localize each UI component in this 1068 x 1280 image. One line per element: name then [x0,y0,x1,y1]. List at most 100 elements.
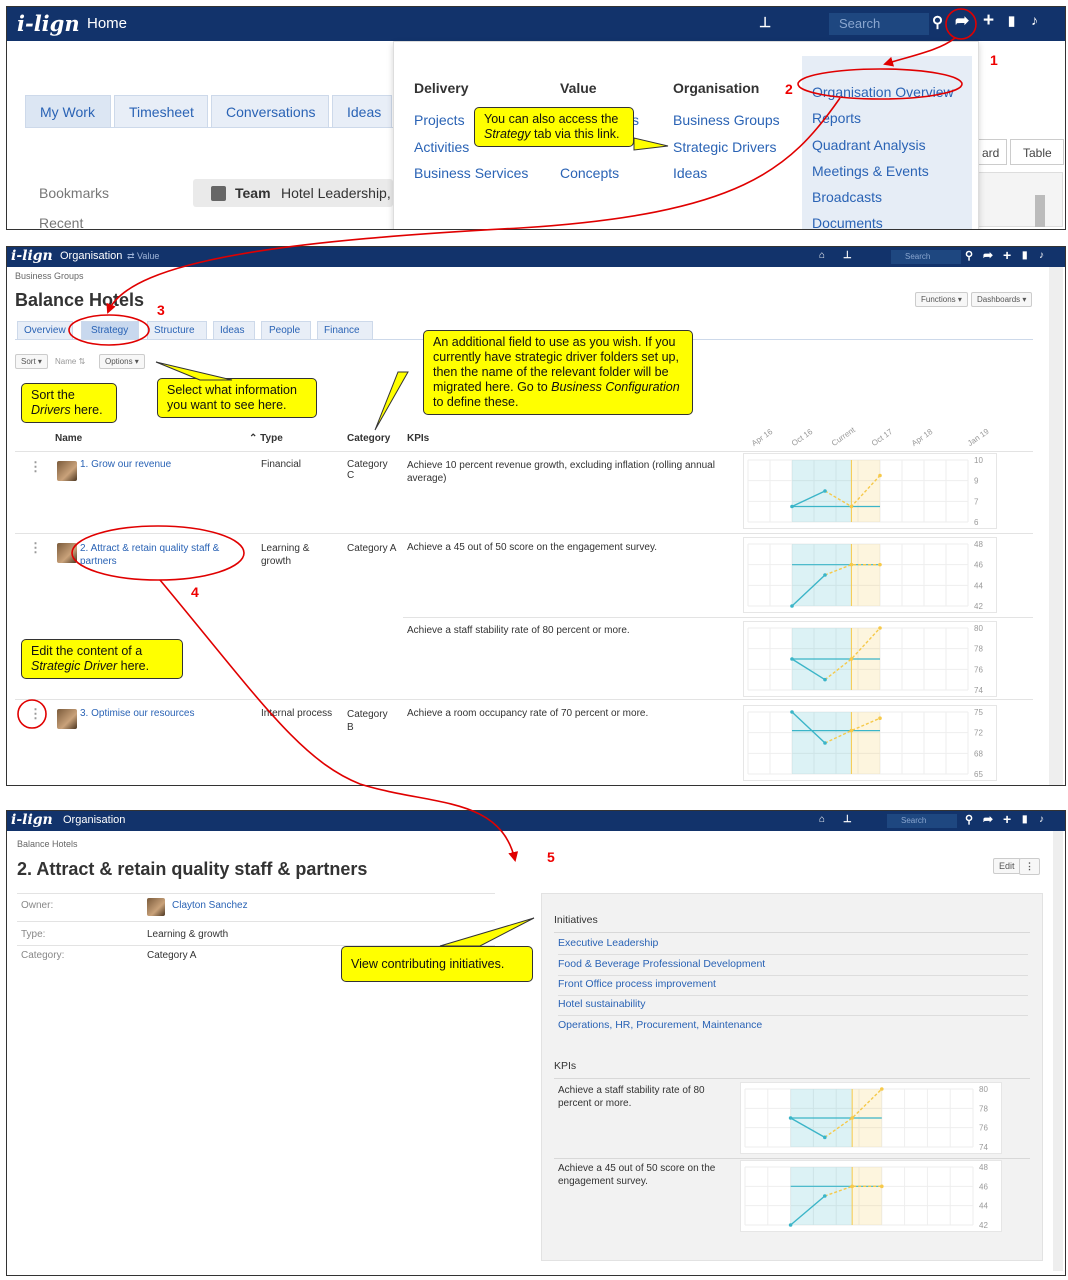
search-input[interactable]: Search [829,13,929,35]
tab-ideas[interactable]: Ideas [332,95,392,127]
search-icon[interactable]: ⚲ [965,813,973,826]
breadcrumb[interactable]: Balance Hotels [17,839,78,849]
initiative-link[interactable]: Executive Leadership [558,934,1028,955]
initiative-link[interactable]: Operations, HR, Procurement, Maintenance [558,1016,1028,1037]
initiative-link[interactable]: Food & Beverage Professional Development [558,955,1028,976]
initiative-link[interactable]: Front Office process improvement [558,975,1028,996]
driver-link[interactable]: 2. Attract & retain quality staff & part… [80,542,240,568]
kpi-sparkline-chart[interactable]: 75 72 68 65 [743,705,997,781]
menu-item-concepts[interactable]: Concepts [560,165,619,181]
notification-bell-icon[interactable]: ♪ [1039,814,1044,825]
edit-button[interactable]: Edit [993,858,1021,874]
data-point [823,677,827,682]
tab-timesheet[interactable]: Timesheet [114,95,208,127]
scrollbar-thumb[interactable] [1035,195,1045,227]
initiative-link[interactable]: Hotel sustainability [558,995,1028,1016]
sparkline-svg: 80 78 76 74 [747,624,983,695]
driver-menu-kebab[interactable]: ⋮ [29,459,42,475]
menu-item-business-groups[interactable]: Business Groups [673,112,780,128]
tab-structure[interactable]: Structure [147,321,207,339]
home-link[interactable]: Home [87,15,127,32]
col-header-type[interactable]: ⌃ Type [249,433,283,444]
add-icon[interactable]: + [1003,811,1011,827]
share-arrow-icon[interactable]: ➦ [983,812,993,826]
col-header-category[interactable]: Category [347,433,390,444]
menu-item-strategic-drivers[interactable]: Strategic Drivers [673,139,776,155]
options-dropdown[interactable]: Options ▾ [99,354,145,369]
sitemap-icon[interactable]: ⊥ [843,814,852,825]
notification-bell-icon[interactable]: ♪ [1039,250,1044,261]
team-bookmark[interactable]: Team Hotel Leadership, V [193,179,404,207]
scrollbar[interactable] [1053,831,1063,1271]
more-options-icon[interactable]: ⋮ [1019,858,1040,875]
owner-link[interactable]: Clayton Sanchez [172,900,248,911]
callout-edit-driver: Edit the content of a Strategic Driver h… [21,639,183,679]
tab-people[interactable]: People [261,321,311,339]
home-icon[interactable]: ⌂ [819,250,825,261]
menu-item-projects[interactable]: Projects [414,112,465,128]
row-divider [15,699,1033,700]
sitemap-icon[interactable]: ⊥ [759,14,771,31]
driver-menu-kebab[interactable]: ⋮ [29,540,42,556]
actual-period-band [792,460,852,522]
sort-dropdown[interactable]: Sort ▾ [15,354,48,369]
menu-item-ideas[interactable]: Ideas [673,165,707,181]
app-logo[interactable]: i-lign [11,248,53,264]
col-header-name[interactable]: Name [55,433,82,444]
kpi-sparkline-chart[interactable]: 80 78 76 74 [740,1082,1002,1154]
scrollbar[interactable] [1049,267,1063,785]
tab-my-work[interactable]: My Work [25,95,111,127]
bookmark-icon[interactable]: ▮ [1022,250,1028,261]
name-sort-toggle[interactable]: Name ⇅ [55,357,85,366]
tab-conversations[interactable]: Conversations [211,95,329,127]
sparkline-svg: 80 78 76 74 [744,1085,988,1152]
y-tick-label: 78 [979,1104,988,1113]
col-header-kpis[interactable]: KPIs [407,433,429,444]
app-logo[interactable]: i-lign [11,812,53,828]
menu-item-business-services[interactable]: Business Services [414,165,528,181]
tab-divider [25,127,395,128]
tab-ideas[interactable]: Ideas [213,321,255,339]
menu-item-documents[interactable]: Documents [812,215,883,229]
dashboards-dropdown[interactable]: Dashboards ▾ [971,292,1033,307]
add-icon[interactable]: + [983,10,994,32]
home-icon[interactable]: ⌂ [819,814,825,825]
table-view-button[interactable]: Table [1010,139,1064,165]
kpi-sparkline-chart[interactable]: 48 46 44 42 [740,1160,1002,1232]
menu-item-broadcasts[interactable]: Broadcasts [812,189,882,205]
search-input[interactable]: Search [887,814,957,828]
search-icon[interactable]: ⚲ [932,13,943,31]
notification-bell-icon[interactable]: ♪ [1031,12,1038,28]
driver-menu-kebab[interactable]: ⋮ [29,706,42,722]
row-divider [403,617,1033,618]
sitemap-icon[interactable]: ⊥ [843,250,852,261]
menu-item-quadrant-analysis[interactable]: Quadrant Analysis [812,137,926,153]
home-screen-panel: i-lign Home ⊥ Search ⚲ ➦ + ▮ ♪ My Work T… [6,6,1066,230]
value-switch-link[interactable]: ⇄ Value [127,251,159,262]
menu-item-organisation-overview[interactable]: Organisation Overview [812,84,954,100]
app-logo[interactable]: i-lign [17,11,80,36]
driver-link[interactable]: 3. Optimise our resources [80,708,250,719]
add-icon[interactable]: + [1003,247,1011,263]
menu-item-meetings-events[interactable]: Meetings & Events [812,163,929,179]
bookmark-icon[interactable]: ▮ [1022,814,1028,825]
functions-dropdown[interactable]: Functions ▾ [915,292,968,307]
driver-link[interactable]: 1. Grow our revenue [80,459,250,470]
kpi-sparkline-chart[interactable]: 48 46 44 42 [743,537,997,613]
bookmark-icon[interactable]: ▮ [1008,13,1015,29]
search-input[interactable]: Search [891,250,961,264]
avatar [57,709,77,729]
menu-item-activities[interactable]: Activities [414,139,469,155]
tab-finance[interactable]: Finance [317,321,373,339]
tab-overview[interactable]: Overview [17,321,73,339]
step-number-5: 5 [547,849,555,865]
search-icon[interactable]: ⚲ [965,249,973,262]
share-arrow-icon[interactable]: ➦ [983,248,993,262]
tab-strategy[interactable]: Strategy [81,321,139,339]
menu-item-reports[interactable]: Reports [812,110,861,126]
kpi-sparkline-chart[interactable]: 80 78 76 74 [743,621,997,697]
kpi-sparkline-chart[interactable]: 10 9 7 6 [743,453,997,529]
share-arrow-icon[interactable]: ➦ [955,11,969,31]
breadcrumb[interactable]: Business Groups [15,271,84,281]
initiatives-heading: Initiatives [554,914,598,926]
